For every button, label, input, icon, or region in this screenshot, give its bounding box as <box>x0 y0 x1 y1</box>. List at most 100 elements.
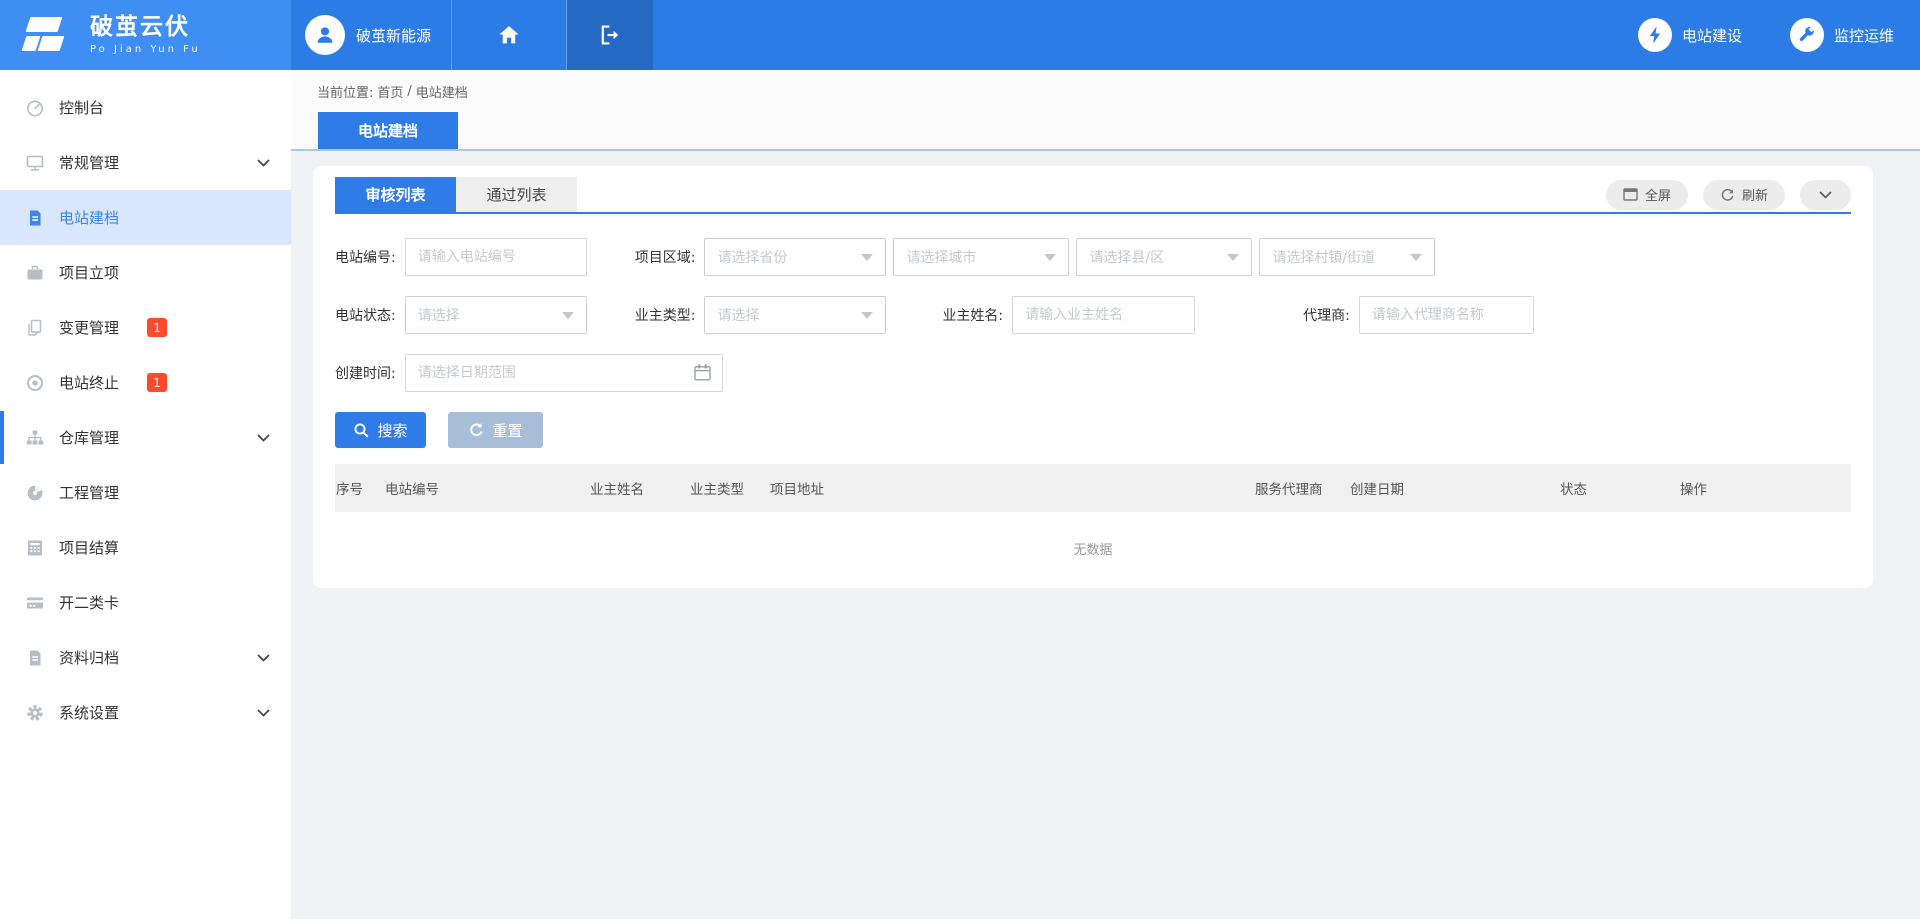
refresh-button[interactable]: 刷新 <box>1703 180 1785 210</box>
notification-badge: 1 <box>147 318 167 337</box>
target-icon <box>25 373 45 393</box>
chevron-down-icon <box>1819 191 1832 199</box>
nav-station-construction[interactable]: 电站建设 <box>1638 18 1742 52</box>
county-select-value: 请选择县/区 <box>1089 247 1164 267</box>
table-header-row: 序号 电站编号 业主姓名 业主类型 项目地址 服务代理商 创建日期 状态 操作 <box>335 464 1851 512</box>
user-menu[interactable]: 破茧新能源 <box>291 0 452 70</box>
sidebar-item-warehouse-mgmt[interactable]: 仓库管理 <box>0 410 291 465</box>
form-buttons: 搜索 重置 <box>335 412 1851 448</box>
lightning-icon <box>1638 18 1672 52</box>
owner-name-input[interactable] <box>1012 296 1195 334</box>
chevron-down-icon <box>257 159 270 167</box>
header-right-nav: 电站建设 监控运维 <box>1638 0 1920 70</box>
station-status-value: 请选择 <box>418 305 460 325</box>
agent-label: 代理商: <box>1303 305 1350 325</box>
fullscreen-button[interactable]: 全屏 <box>1606 180 1688 210</box>
logo-text: 破茧云伏 Po Jian Yun Fu <box>90 15 201 54</box>
wrench-icon <box>1790 18 1824 52</box>
pie-gauge-icon <box>25 483 45 503</box>
sidebar-item-label: 资料归档 <box>59 647 119 668</box>
reset-button[interactable]: 重置 <box>448 412 543 448</box>
city-select[interactable]: 请选择城市 <box>893 238 1069 276</box>
agent-input[interactable] <box>1359 296 1534 334</box>
archive-document-icon <box>25 648 45 668</box>
sidebar-item-label: 电站终止 <box>59 372 119 393</box>
sidebar-item-station-termination[interactable]: 电站终止 1 <box>0 355 291 410</box>
column-header-service-agent: 服务代理商 <box>1255 478 1350 498</box>
breadcrumb-home[interactable]: 首页 <box>377 82 403 101</box>
owner-type-value: 请选择 <box>717 305 759 325</box>
gear-icon <box>25 703 45 723</box>
sidebar-item-system-settings[interactable]: 系统设置 <box>0 685 291 740</box>
sidebar-item-station-filing[interactable]: 电站建档 <box>0 190 291 245</box>
user-avatar-icon <box>305 15 345 55</box>
caret-down-icon <box>861 254 873 261</box>
search-button[interactable]: 搜索 <box>335 412 426 448</box>
sidebar-item-data-archive[interactable]: 资料归档 <box>0 630 291 685</box>
sidebar-item-project-settlement[interactable]: 项目结算 <box>0 520 291 575</box>
province-select[interactable]: 请选择省份 <box>704 238 886 276</box>
sidebar-item-label: 项目结算 <box>59 537 119 558</box>
tab-review-list[interactable]: 审核列表 <box>335 177 456 212</box>
sidebar-item-label: 工程管理 <box>59 482 119 503</box>
active-indicator-bar <box>0 411 4 464</box>
panel-header: 审核列表 通过列表 全屏 刷 <box>335 177 1851 212</box>
nav-monitoring-ops[interactable]: 监控运维 <box>1790 18 1894 52</box>
fullscreen-label: 全屏 <box>1645 185 1671 204</box>
county-select[interactable]: 请选择县/区 <box>1076 238 1252 276</box>
breadcrumb: 当前位置: 首页 / 电站建档 <box>291 70 1920 113</box>
logo-subtitle: Po Jian Yun Fu <box>90 44 201 55</box>
filter-form: 电站编号: 项目区域: 请选择省份 请选择城市 请选择县/区 <box>335 214 1851 448</box>
content-panel: 审核列表 通过列表 全屏 刷 <box>313 166 1873 588</box>
breadcrumb-prefix: 当前位置: <box>317 82 373 101</box>
home-button[interactable] <box>452 0 567 70</box>
empty-state-text: 无数据 <box>335 512 1851 558</box>
sidebar-item-label: 开二类卡 <box>59 592 119 613</box>
top-header: 破茧云伏 Po Jian Yun Fu 破茧新能源 <box>0 0 1920 70</box>
sidebar-item-label: 仓库管理 <box>59 427 119 448</box>
collapse-button[interactable] <box>1800 180 1851 210</box>
station-no-input[interactable] <box>405 238 587 276</box>
copy-files-icon <box>25 318 45 338</box>
sidebar-item-project-initiation[interactable]: 项目立项 <box>0 245 291 300</box>
reset-icon <box>468 422 484 438</box>
search-icon <box>353 422 369 438</box>
form-row-3: 创建时间: <box>335 354 1851 392</box>
sidebar-item-open-class2-card[interactable]: 开二类卡 <box>0 575 291 630</box>
sitemap-icon <box>25 428 45 448</box>
company-name: 破茧新能源 <box>356 25 431 46</box>
bank-card-icon <box>25 593 45 613</box>
sidebar-item-general-mgmt[interactable]: 常规管理 <box>0 135 291 190</box>
date-range-input[interactable] <box>405 354 723 392</box>
fullscreen-icon <box>1623 188 1638 201</box>
sidebar-item-engineering-mgmt[interactable]: 工程管理 <box>0 465 291 520</box>
column-header-station-no: 电站编号 <box>385 478 590 498</box>
search-label: 搜索 <box>377 420 407 441</box>
chevron-down-icon <box>257 709 270 717</box>
chevron-down-icon <box>257 434 270 442</box>
page-tab-station-filing[interactable]: 电站建档 <box>318 112 458 149</box>
sidebar-item-label: 控制台 <box>59 97 104 118</box>
caret-down-icon <box>562 312 574 319</box>
station-no-label: 电站编号: <box>335 247 396 267</box>
city-select-value: 请选择城市 <box>906 247 976 267</box>
nav-station-construction-label: 电站建设 <box>1682 25 1742 46</box>
town-select[interactable]: 请选择村镇/街道 <box>1259 238 1435 276</box>
logout-icon <box>598 23 622 47</box>
sidebar-item-label: 项目立项 <box>59 262 119 283</box>
calendar-icon[interactable] <box>693 363 712 382</box>
column-header-owner-type: 业主类型 <box>690 478 770 498</box>
column-header-project-address: 项目地址 <box>770 478 1255 498</box>
caret-down-icon <box>1227 254 1239 261</box>
logout-button[interactable] <box>567 0 653 70</box>
app-window: 破茧云伏 Po Jian Yun Fu 破茧新能源 <box>0 0 1920 919</box>
sidebar-item-label: 系统设置 <box>59 702 119 723</box>
notification-badge: 1 <box>147 373 167 392</box>
form-row-1: 电站编号: 项目区域: 请选择省份 请选择城市 请选择县/区 <box>335 238 1851 276</box>
sidebar-item-change-mgmt[interactable]: 变更管理 1 <box>0 300 291 355</box>
station-status-select[interactable]: 请选择 <box>405 296 587 334</box>
owner-type-select[interactable]: 请选择 <box>704 296 886 334</box>
tab-approved-list[interactable]: 通过列表 <box>456 177 577 212</box>
briefcase-icon <box>25 263 45 283</box>
sidebar-item-dashboard[interactable]: 控制台 <box>0 80 291 135</box>
